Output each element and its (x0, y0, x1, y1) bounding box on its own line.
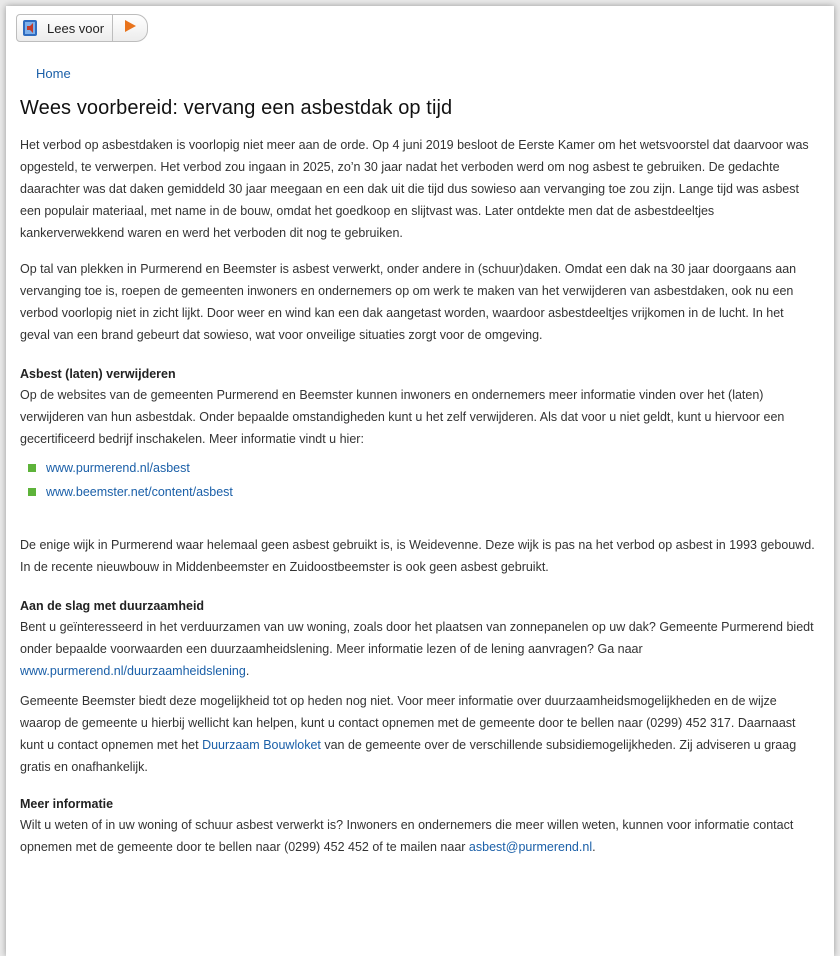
link-purmerend-asbest[interactable]: www.purmerend.nl/asbest (46, 456, 190, 480)
breadcrumb-home-link[interactable]: Home (36, 66, 71, 81)
readspeaker-toolbar: Lees voor (16, 14, 149, 42)
breadcrumb: Home (36, 66, 816, 81)
list-item: www.beemster.net/content/asbest (28, 480, 816, 504)
read-aloud-label: Lees voor (47, 20, 105, 36)
paragraph-weidevenne: De enige wijk in Purmerend waar helemaal… (20, 538, 815, 574)
paragraph-locations: Op tal van plekken in Purmerend en Beems… (20, 262, 797, 342)
text-segment: . (245, 664, 250, 678)
page-frame: Lees voor Home Wees voorbereid: vervang … (6, 6, 834, 956)
link-duurzaam-bouwloket[interactable]: Duurzaam Bouwloket (202, 738, 321, 752)
text-segment: Bent u geïnteresseerd in het verduurzame… (20, 620, 814, 656)
section-duurzaamheid: Aan de slag met duurzaamheid Bent u geïn… (20, 596, 816, 778)
bullet-icon (28, 464, 36, 472)
page-title: Wees voorbereid: vervang een asbestdak o… (20, 97, 453, 119)
intro-paragraph: Het verbod op asbestdaken is voorlopig n… (20, 138, 809, 240)
section-text: Bent u geïnteresseerd in het verduurzame… (20, 616, 816, 682)
section-heading: Meer informatie (20, 797, 114, 811)
text-segment: . (592, 840, 596, 854)
bullet-icon (28, 488, 36, 496)
section-heading: Aan de slag met duurzaamheid (20, 599, 205, 613)
section-text: Op de websites van de gemeenten Purmeren… (20, 388, 785, 446)
link-list: www.purmerend.nl/asbest www.beemster.net… (28, 456, 816, 504)
read-aloud-button[interactable]: Lees voor (16, 14, 114, 42)
play-icon (124, 19, 137, 37)
section-text-beemster: Gemeente Beemster biedt deze mogelijkhei… (20, 690, 816, 778)
text-segment: Wilt u weten of in uw woning of schuur a… (20, 818, 794, 854)
link-beemster-asbest[interactable]: www.beemster.net/content/asbest (46, 480, 233, 504)
main-content: Home Wees voorbereid: vervang een asbest… (20, 66, 816, 872)
speaker-icon (23, 20, 41, 36)
section-heading: Asbest (laten) verwijderen (20, 367, 176, 381)
section-meer-informatie: Meer informatie Wilt u weten of in uw wo… (20, 794, 816, 858)
list-item: www.purmerend.nl/asbest (28, 456, 816, 480)
play-button[interactable] (113, 14, 149, 42)
link-duurzaamheidslening[interactable]: www.purmerend.nl/duurzaamheidslening (20, 664, 246, 678)
section-text: Wilt u weten of in uw woning of schuur a… (20, 814, 816, 858)
section-asbest-verwijderen: Asbest (laten) verwijderen Op de website… (20, 364, 816, 504)
email-link[interactable]: asbest@purmerend.nl (469, 840, 592, 854)
